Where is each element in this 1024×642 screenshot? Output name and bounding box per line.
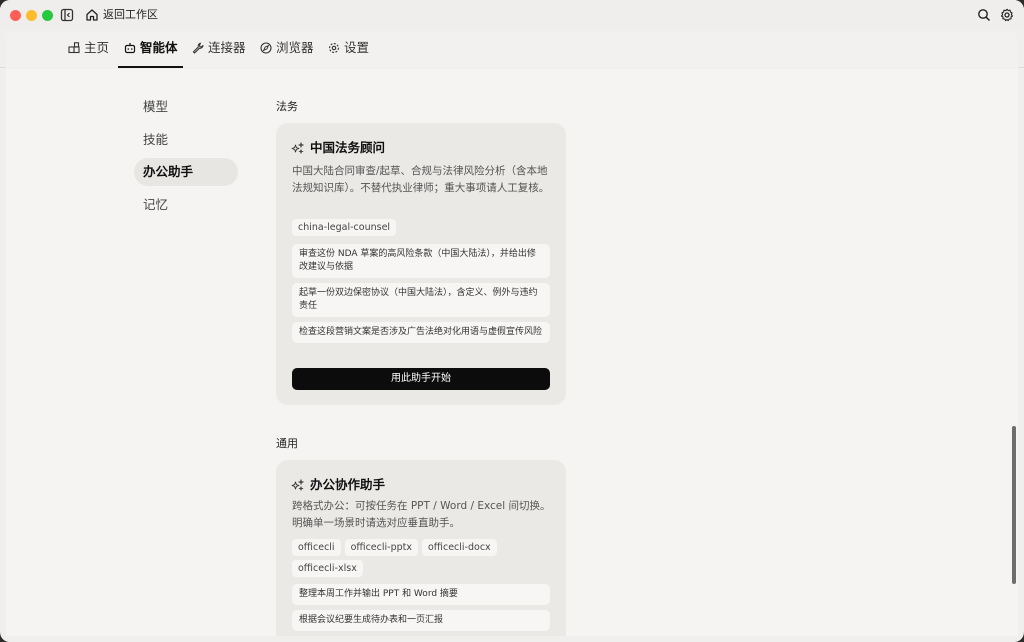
tag-chip: officecli-pptx [344,539,418,556]
back-to-workspace-link[interactable]: 返回工作区 [103,8,158,22]
sparkles-icon [291,141,304,154]
sidebar-item-label: 模型 [143,99,169,114]
assistant-card-legal: 中国法务顾问 中国大陆合同审查/起草、合规与法律风险分析（含本地法规知识库）。不… [276,123,566,405]
start-with-assistant-button[interactable]: 用此助手开始 [292,368,550,390]
card-title: 中国法务顾问 [310,140,386,155]
app-window: 返回工作区 主页 智能体 连接器 浏览器 设置 模型 技能 办公助手 记忆 法务… [0,0,1024,642]
title-bar: 返回工作区 [0,0,1024,30]
section-title-general: 通用 [276,437,298,450]
example-prompt[interactable]: 整理本周工作并输出 PPT 和 Word 摘要 [292,584,550,605]
wrench-icon [192,42,204,54]
tag-list: officecli officecli-pptx officecli-docx … [292,539,554,577]
sidebar-item-label: 技能 [143,132,169,147]
tab-home-label: 主页 [84,40,110,55]
assistant-card-office: 办公协作助手 跨格式办公：可按任务在 PPT / Word / Excel 间切… [276,460,566,636]
section-title-legal: 法务 [276,100,298,113]
tab-agents[interactable]: 智能体 [124,40,178,68]
window-bottom-edge [0,636,1024,642]
sidebar-item-label: 记忆 [143,197,169,212]
robot-icon [124,43,136,54]
gear-icon[interactable] [1000,8,1014,22]
sparkles-icon [291,478,304,491]
tab-connectors-label: 连接器 [208,40,246,55]
zoom-window-button[interactable] [42,10,53,21]
card-description: 跨格式办公：可按任务在 PPT / Word / Excel 间切换。明确单一场… [292,500,551,529]
tag-list: china-legal-counsel [292,219,554,236]
tab-connectors[interactable]: 连接器 [192,40,246,68]
sidebar-item-memory[interactable]: 记忆 [134,191,238,219]
tab-browser-label: 浏览器 [276,40,314,55]
card-description: 中国大陆合同审查/起草、合规与法律风险分析（含本地法规知识库）。不替代执业律师；… [292,165,550,194]
tab-settings-label: 设置 [344,40,370,55]
sidebar-item-office-assistants[interactable]: 办公助手 [134,158,238,186]
tab-browser[interactable]: 浏览器 [260,40,314,68]
search-icon[interactable] [977,8,991,22]
tag-chip: officecli-docx [421,539,497,556]
sidebar-toggle-icon[interactable] [60,8,74,22]
sidebar-item-models[interactable]: 模型 [134,93,238,121]
sidebar-item-label: 办公助手 [143,164,194,179]
card-title: 办公协作助手 [310,477,386,492]
tag-chip: officecli [292,539,341,556]
example-prompt[interactable]: 起草一份双边保密协议（中国大陆法），含定义、例外与违约责任 [292,283,550,317]
minimize-window-button[interactable] [26,10,37,21]
example-prompt[interactable]: 审查这份 NDA 草案的高风险条款（中国大陆法），并给出修改建议与依据 [292,244,550,278]
card-header: 中国法务顾问 [291,141,385,155]
home-icon[interactable] [85,8,99,22]
home-grid-icon [68,42,80,54]
close-window-button[interactable] [10,10,21,21]
tab-home[interactable]: 主页 [68,40,109,68]
vertical-scrollbar[interactable] [1012,426,1016,584]
compass-icon [260,42,272,54]
active-tab-indicator [118,66,183,68]
main-content: 模型 技能 办公助手 记忆 法务 中国法务顾问 中国大陆合同审查/起草、合规与法… [6,69,1018,636]
gear-icon [329,43,339,53]
tag-chip: china-legal-counsel [292,219,397,236]
example-prompt[interactable]: 根据会议纪要生成待办表和一页汇报 [292,610,550,631]
tab-agents-label: 智能体 [140,40,178,55]
tag-chip: officecli-xlsx [292,560,363,577]
sidebar-item-skills[interactable]: 技能 [134,126,238,154]
tab-settings[interactable]: 设置 [328,40,369,68]
example-prompt[interactable]: 检查这段营销文案是否涉及广告法绝对化用语与虚假宣传风险 [292,322,550,343]
card-header: 办公协作助手 [291,478,385,492]
